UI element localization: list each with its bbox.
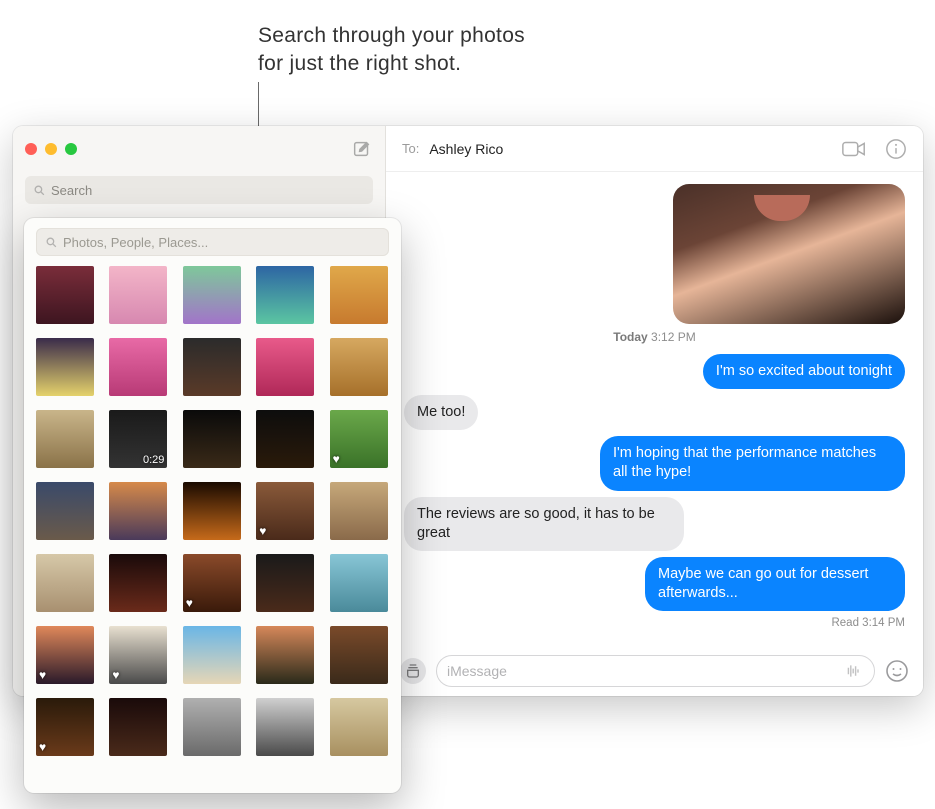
details-info-icon[interactable] bbox=[885, 138, 907, 160]
sent-bubble[interactable]: I'm so excited about tonight bbox=[703, 354, 905, 389]
message-row: I'm hoping that the performance matches … bbox=[404, 436, 905, 490]
photo-thumbnail[interactable] bbox=[330, 626, 388, 684]
minimize-window-button[interactable] bbox=[45, 143, 57, 155]
photo-thumbnail[interactable] bbox=[183, 410, 241, 468]
to-label: To: bbox=[402, 141, 419, 156]
timestamp-day: Today bbox=[613, 330, 647, 344]
photo-thumbnail[interactable]: ♥ bbox=[36, 626, 94, 684]
conversation-scroll[interactable]: Today 3:12 PM I'm so excited about tonig… bbox=[386, 172, 923, 646]
photo-thumbnail[interactable] bbox=[36, 266, 94, 324]
message-row: Maybe we can go out for dessert afterwar… bbox=[404, 557, 905, 611]
timestamp-time: 3:12 PM bbox=[651, 330, 696, 344]
photo-thumbnail[interactable] bbox=[256, 626, 314, 684]
photo-thumbnail[interactable]: ♥ bbox=[109, 626, 167, 684]
apps-button[interactable] bbox=[400, 658, 426, 684]
favorite-heart-icon: ♥ bbox=[112, 668, 119, 682]
photo-thumbnail[interactable] bbox=[330, 698, 388, 756]
sent-photo-attachment[interactable] bbox=[673, 184, 905, 324]
photo-thumbnail[interactable]: 0:29 bbox=[109, 410, 167, 468]
photo-thumbnail[interactable] bbox=[256, 410, 314, 468]
photo-grid: 0:29 ♥ ♥ ♥ ♥ ♥ ♥ bbox=[24, 266, 401, 756]
message-input[interactable]: iMessage bbox=[436, 655, 875, 687]
compose-icon bbox=[351, 138, 373, 160]
message-row: Me too! bbox=[404, 395, 905, 430]
sent-bubble[interactable]: Maybe we can go out for dessert afterwar… bbox=[645, 557, 905, 611]
audio-message-icon[interactable] bbox=[844, 663, 864, 679]
photo-thumbnail[interactable] bbox=[109, 554, 167, 612]
photo-thumbnail[interactable]: ♥ bbox=[183, 554, 241, 612]
search-icon bbox=[33, 184, 46, 197]
emoji-picker-icon[interactable] bbox=[885, 659, 909, 683]
photo-thumbnail[interactable] bbox=[36, 482, 94, 540]
photo-thumbnail[interactable] bbox=[183, 338, 241, 396]
photos-search-placeholder: Photos, People, Places... bbox=[63, 235, 208, 250]
read-receipt: Read 3:14 PM bbox=[404, 617, 905, 629]
video-call-icon[interactable] bbox=[841, 139, 867, 159]
photo-thumbnail[interactable]: ♥ bbox=[36, 698, 94, 756]
photo-thumbnail[interactable] bbox=[109, 698, 167, 756]
favorite-heart-icon: ♥ bbox=[333, 452, 340, 466]
received-bubble[interactable]: The reviews are so good, it has to be gr… bbox=[404, 497, 684, 551]
video-duration-badge: 0:29 bbox=[143, 454, 164, 466]
sidebar-search-input[interactable]: Search bbox=[25, 176, 373, 204]
photo-thumbnail[interactable] bbox=[109, 266, 167, 324]
zoom-window-button[interactable] bbox=[65, 143, 77, 155]
sent-bubble[interactable]: I'm hoping that the performance matches … bbox=[600, 436, 905, 490]
photo-thumbnail[interactable] bbox=[330, 266, 388, 324]
photo-thumbnail[interactable] bbox=[183, 626, 241, 684]
photo-thumbnail[interactable] bbox=[183, 482, 241, 540]
photo-thumbnail[interactable] bbox=[256, 266, 314, 324]
photo-thumbnail[interactable] bbox=[36, 338, 94, 396]
message-row: The reviews are so good, it has to be gr… bbox=[404, 497, 905, 551]
conversation-pane: To: Ashley Rico Today 3:12 PM I'm so exc… bbox=[386, 126, 923, 696]
received-bubble[interactable]: Me too! bbox=[404, 395, 478, 430]
photos-search-input[interactable]: Photos, People, Places... bbox=[36, 228, 389, 256]
compose-button[interactable] bbox=[351, 138, 373, 160]
photo-thumbnail[interactable] bbox=[256, 698, 314, 756]
message-placeholder: iMessage bbox=[447, 663, 507, 679]
photo-thumbnail[interactable]: ♥ bbox=[256, 482, 314, 540]
photo-thumbnail[interactable] bbox=[330, 482, 388, 540]
titlebar bbox=[13, 126, 385, 172]
favorite-heart-icon: ♥ bbox=[39, 668, 46, 682]
photo-thumbnail[interactable] bbox=[330, 338, 388, 396]
close-window-button[interactable] bbox=[25, 143, 37, 155]
favorite-heart-icon: ♥ bbox=[186, 596, 193, 610]
recipient-name[interactable]: Ashley Rico bbox=[429, 141, 503, 157]
photo-thumbnail[interactable] bbox=[183, 266, 241, 324]
favorite-heart-icon: ♥ bbox=[39, 740, 46, 754]
sidebar-search-placeholder: Search bbox=[51, 183, 92, 198]
compose-bar: iMessage bbox=[386, 646, 923, 696]
photos-popover: Photos, People, Places... 0:29 ♥ ♥ ♥ ♥ ♥ ♥ bbox=[24, 218, 401, 793]
window-controls bbox=[25, 143, 77, 155]
photo-thumbnail[interactable] bbox=[330, 554, 388, 612]
photo-thumbnail[interactable] bbox=[256, 338, 314, 396]
photo-thumbnail[interactable] bbox=[36, 554, 94, 612]
apps-icon bbox=[405, 663, 421, 679]
annotation-line1: Search through your photos bbox=[258, 24, 525, 47]
photo-thumbnail[interactable] bbox=[36, 410, 94, 468]
photo-thumbnail[interactable] bbox=[109, 338, 167, 396]
search-icon bbox=[45, 236, 58, 249]
photo-thumbnail[interactable] bbox=[256, 554, 314, 612]
message-row: I'm so excited about tonight bbox=[404, 354, 905, 389]
annotation-callout: Search through your photos for just the … bbox=[258, 22, 525, 79]
annotation-line2: for just the right shot. bbox=[258, 52, 461, 75]
conversation-header: To: Ashley Rico bbox=[386, 126, 923, 172]
photo-thumbnail[interactable] bbox=[109, 482, 167, 540]
favorite-heart-icon: ♥ bbox=[259, 524, 266, 538]
photo-thumbnail[interactable] bbox=[183, 698, 241, 756]
photo-thumbnail[interactable]: ♥ bbox=[330, 410, 388, 468]
timestamp: Today 3:12 PM bbox=[404, 330, 905, 344]
